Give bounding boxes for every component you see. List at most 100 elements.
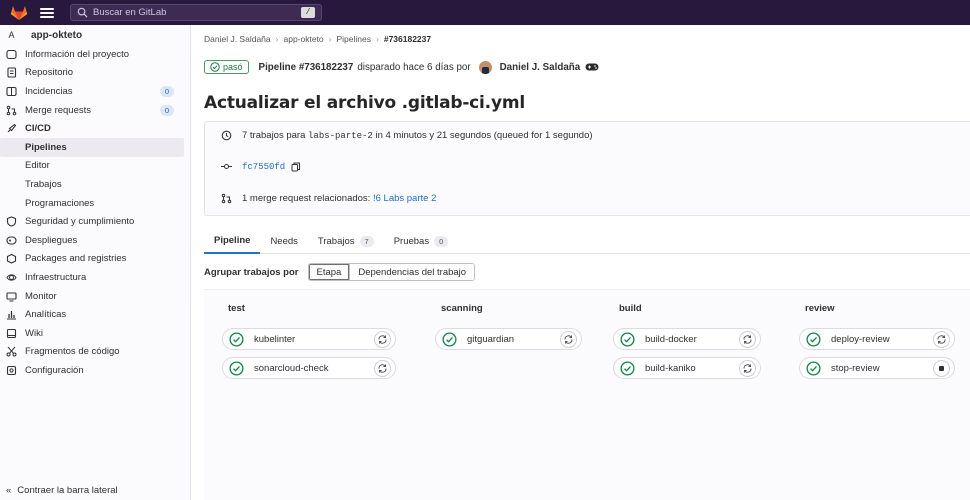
collapse-sidebar-button[interactable]: « Contraer la barra lateral (6, 485, 118, 496)
cloud-icon (6, 272, 17, 283)
tests-count-badge: 0 (434, 235, 449, 247)
breadcrumb-separator-icon: › (376, 34, 379, 44)
breadcrumb-pipelines[interactable]: Pipelines (337, 34, 372, 44)
sidebar-item-project-info[interactable]: Información del proyecto (0, 45, 190, 64)
sidebar-item-issues[interactable]: Incidencias 0 (0, 82, 190, 101)
pipeline-info-box: 7 trabajos para labs-parte-2 in 4 minuto… (204, 121, 970, 216)
job-pill[interactable]: build-docker (613, 328, 761, 350)
sidebar-item-label: Seguridad y cumplimiento (25, 216, 135, 228)
sidebar-item-label: Configuración (25, 364, 84, 376)
commit-sha-link[interactable]: fc7550fd (242, 162, 285, 172)
sidebar-item-infrastructure[interactable]: Infraestructura (0, 268, 190, 287)
merge-request-link[interactable]: !6 Labs parte 2 (373, 193, 436, 204)
sidebar-item-cicd[interactable]: CI/CD (0, 119, 190, 138)
package-icon (6, 253, 17, 264)
tab-label: Needs (270, 235, 298, 247)
job-pill[interactable]: build-kaniko (613, 357, 761, 379)
commit-icon (221, 161, 232, 172)
retry-icon[interactable] (560, 331, 577, 348)
sidebar-item-label: Repositorio (25, 67, 74, 79)
sidebar-subitem-schedules[interactable]: Programaciones (0, 194, 190, 213)
sidebar-item-repository[interactable]: Repositorio (0, 64, 190, 83)
sidebar-item-label: Despliegues (25, 234, 78, 246)
job-pill[interactable]: sonarcloud-check (222, 357, 396, 379)
job-pill[interactable]: kubelinter (222, 328, 396, 350)
check-circle-icon (229, 360, 244, 376)
sidebar-project-header[interactable]: A app-okteto (0, 25, 190, 45)
tab-needs[interactable]: Needs (260, 228, 307, 254)
user-avatar[interactable] (478, 60, 492, 74)
menu-icon[interactable] (40, 7, 54, 18)
sidebar: A app-okteto Información del proyecto Re… (0, 25, 191, 500)
info-icon (6, 49, 17, 60)
sidebar-item-packages[interactable]: Packages and registries (0, 250, 190, 269)
stage-name: test (228, 303, 245, 314)
sidebar-item-snippets[interactable]: Fragmentos de código (0, 343, 190, 362)
clock-icon (221, 130, 232, 141)
tab-jobs[interactable]: Trabajos 7 (308, 228, 384, 254)
scissors-icon (6, 346, 17, 357)
issues-icon (6, 86, 17, 97)
retry-icon[interactable] (933, 331, 950, 348)
group-by-dependencies-button[interactable]: Dependencias del trabajo (350, 264, 475, 280)
group-jobs-control: Agrupar trabajos por Etapa Dependencias … (204, 263, 476, 281)
status-badge[interactable]: pasó (204, 60, 249, 74)
check-circle-icon (806, 331, 821, 347)
job-name: sonarcloud-check (254, 362, 329, 374)
gitlab-logo-icon[interactable] (6, 0, 32, 25)
jobs-summary-row: 7 trabajos para labs-parte-2 in 4 minuto… (221, 130, 593, 141)
merge-requests-count-badge: 0 (159, 104, 174, 116)
search-shortcut-badge: / (301, 7, 315, 18)
retry-icon[interactable] (374, 331, 391, 348)
page-title: Actualizar el archivo .gitlab-ci.yml (204, 93, 525, 113)
breadcrumb-user[interactable]: Daniel J. Saldaña (204, 34, 271, 44)
job-name: build-docker (645, 333, 697, 345)
sidebar-item-merge-requests[interactable]: Merge requests 0 (0, 101, 190, 120)
sidebar-item-label: Fragmentos de código (25, 346, 120, 358)
chart-icon (6, 309, 17, 320)
collapse-sidebar-label: Contraer la barra lateral (17, 485, 118, 496)
job-name: stop-review (831, 362, 880, 374)
copy-icon[interactable] (291, 162, 301, 172)
retry-icon[interactable] (374, 360, 391, 377)
branch-name[interactable]: labs-parte-2 (308, 131, 373, 141)
retry-icon[interactable] (739, 360, 756, 377)
top-navbar: Buscar en GitLab / (0, 0, 970, 25)
sidebar-item-analytics[interactable]: Analíticas (0, 305, 190, 324)
sidebar-item-deployments[interactable]: Despliegues (0, 231, 190, 250)
breadcrumb-project[interactable]: app-okteto (283, 34, 323, 44)
job-pill[interactable]: stop-review (799, 357, 955, 379)
pipeline-graph: test kubelinter sonarcloud-check scannin… (204, 289, 970, 500)
tab-label: Pruebas (393, 235, 430, 247)
jobs-summary-suffix: in 4 minutos y 21 segundos (queued for 1… (375, 130, 593, 141)
sidebar-item-label: Información del proyecto (25, 48, 130, 60)
sidebar-item-wiki[interactable]: Wiki (0, 324, 190, 343)
project-name: app-okteto (31, 29, 83, 41)
tab-pipeline[interactable]: Pipeline (204, 228, 261, 254)
tab-tests[interactable]: Pruebas 0 (384, 228, 459, 254)
sidebar-item-security[interactable]: Seguridad y cumplimiento (0, 212, 190, 231)
merge-icon (6, 105, 17, 116)
sidebar-item-label: Infraestructura (25, 271, 87, 283)
sidebar-subitem-pipelines[interactable]: Pipelines (0, 137, 184, 157)
sidebar-item-label: Packages and registries (25, 253, 127, 265)
gear-icon (6, 365, 17, 376)
group-by-stage-button[interactable]: Etapa (308, 264, 351, 280)
user-name-link[interactable]: Daniel J. Saldaña (500, 62, 581, 73)
job-pill[interactable]: deploy-review (799, 328, 955, 350)
sidebar-item-label: Analíticas (25, 309, 67, 321)
breadcrumb-current[interactable]: #736182237 (384, 34, 431, 44)
job-pill[interactable]: gitguardian (435, 328, 582, 350)
sidebar-subitem-editor[interactable]: Editor (0, 157, 190, 176)
retry-icon[interactable] (739, 331, 756, 348)
sidebar-item-monitor[interactable]: Monitor (0, 287, 190, 306)
sidebar-subitem-jobs[interactable]: Trabajos (0, 175, 190, 194)
job-name: deploy-review (831, 333, 890, 345)
search-input[interactable]: Buscar en GitLab / (70, 4, 322, 21)
stop-icon[interactable] (933, 360, 950, 377)
sidebar-item-settings[interactable]: Configuración (0, 361, 190, 380)
stage-name: scanning (441, 303, 483, 314)
sidebar-item-label: Monitor (25, 290, 57, 302)
deploy-icon (6, 235, 17, 246)
check-circle-icon (806, 360, 821, 376)
